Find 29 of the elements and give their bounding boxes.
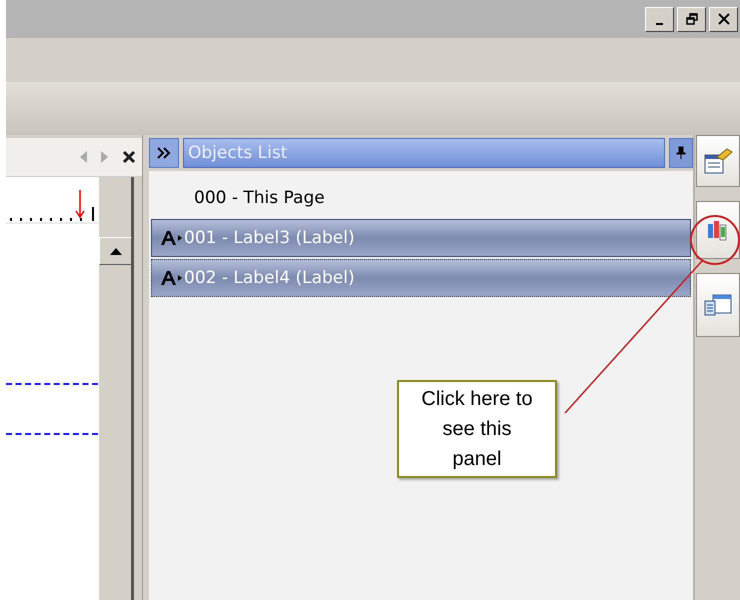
text-label-icon bbox=[160, 230, 182, 246]
expand-button[interactable] bbox=[149, 138, 179, 168]
object-list-item[interactable]: 001 - Label3 (Label) bbox=[151, 219, 691, 257]
callout-note: Click here to see this panel bbox=[397, 380, 557, 478]
restore-button[interactable] bbox=[677, 6, 706, 32]
close-icon bbox=[718, 13, 730, 25]
item-label: 001 - Label3 (Label) bbox=[184, 228, 355, 248]
restore-icon bbox=[686, 13, 698, 25]
scrollbar[interactable] bbox=[98, 177, 134, 600]
close-button[interactable] bbox=[709, 6, 738, 32]
minimize-button[interactable] bbox=[645, 6, 674, 32]
text-label-icon bbox=[160, 270, 182, 286]
item-label: 002 - Label4 (Label) bbox=[184, 268, 355, 288]
object-list-item[interactable]: 000 - This Page bbox=[151, 179, 691, 217]
windows-icon bbox=[703, 293, 733, 317]
properties-button[interactable] bbox=[696, 135, 740, 187]
double-chevron-icon bbox=[157, 147, 171, 159]
pages-button[interactable] bbox=[696, 273, 740, 337]
close-icon[interactable] bbox=[122, 150, 136, 164]
pin-icon bbox=[676, 146, 686, 160]
up-arrow-icon bbox=[110, 248, 122, 254]
objects-list-button[interactable] bbox=[696, 201, 740, 259]
pin-button[interactable] bbox=[669, 138, 693, 168]
item-label: 000 - This Page bbox=[194, 188, 325, 208]
minimize-icon bbox=[656, 23, 663, 25]
properties-icon bbox=[703, 147, 733, 175]
scroll-up-button[interactable] bbox=[99, 237, 132, 265]
object-list-item[interactable]: 002 - Label4 (Label) bbox=[151, 259, 691, 297]
panel-title: Objects List bbox=[183, 138, 665, 168]
